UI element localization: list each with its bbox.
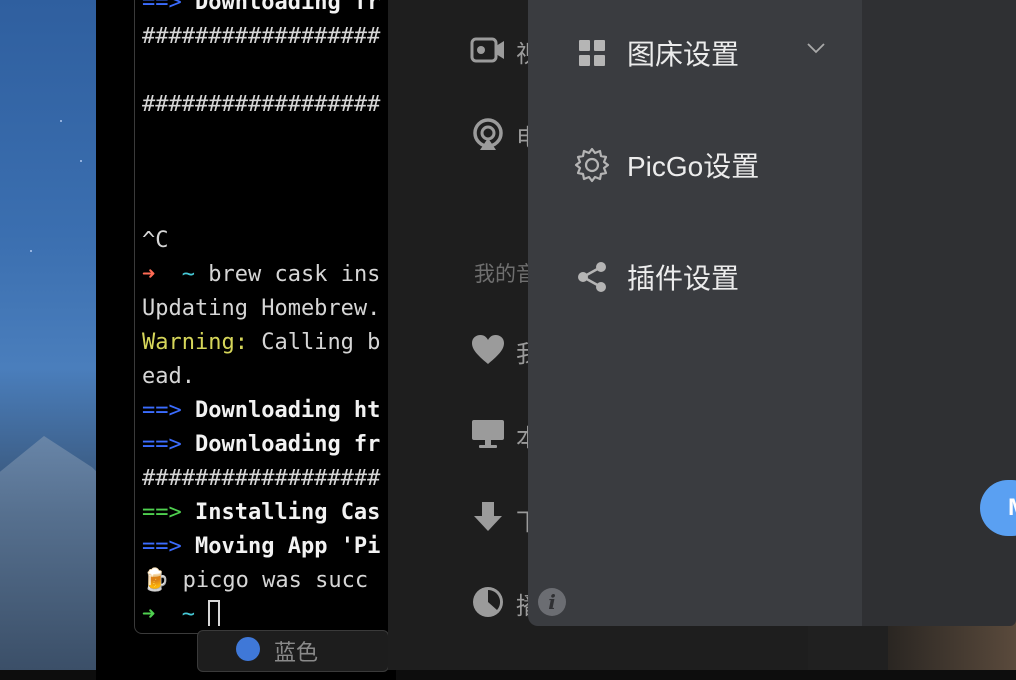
mountain-silhouette bbox=[0, 436, 100, 670]
star-dot bbox=[30, 250, 32, 252]
terminal-cursor bbox=[208, 600, 221, 626]
terminal-line: Warning: Calling b bbox=[142, 330, 381, 355]
airplay-icon[interactable] bbox=[470, 116, 506, 152]
terminal-line: ==> Downloading fr bbox=[142, 432, 381, 457]
menu-item-label: 图床设置 bbox=[627, 39, 740, 70]
terminal-line: ead. bbox=[142, 364, 195, 389]
sidebar-item-label[interactable]: 电 bbox=[516, 118, 528, 153]
dock-tab[interactable]: 蓝色 bbox=[197, 630, 389, 672]
beer-emoji-icon: 🍺 bbox=[142, 568, 170, 593]
terminal-line: ==> Moving App 'Pi bbox=[142, 534, 381, 559]
menu-item-image-host-settings[interactable]: 图床设置 bbox=[574, 28, 739, 78]
terminal-line: ➜ ~ brew cask ins bbox=[142, 262, 381, 287]
terminal-line: ################## bbox=[142, 24, 381, 49]
terminal-line: Updating Homebrew. bbox=[142, 296, 381, 321]
monitor-icon[interactable] bbox=[470, 416, 506, 452]
info-icon[interactable]: i bbox=[538, 588, 566, 616]
clock-icon[interactable] bbox=[470, 584, 506, 620]
menu-item-plugin-settings[interactable]: 插件设置 bbox=[574, 252, 739, 302]
sidebar-section-heading: 我的音 bbox=[474, 263, 528, 286]
share-icon bbox=[574, 259, 610, 295]
sidebar-item-label[interactable]: 播 bbox=[516, 586, 528, 621]
terminal-output[interactable]: ==> Downloading fr ################## ##… bbox=[142, 0, 392, 626]
terminal-line: ################## bbox=[142, 92, 381, 117]
sidebar-item-label[interactable]: 我 bbox=[516, 334, 528, 369]
background-photo bbox=[888, 620, 1016, 670]
sidebar-item-label[interactable]: 下 bbox=[516, 502, 528, 537]
terminal-line: 🍺 picgo was succ bbox=[142, 568, 369, 593]
dock-tab-icon bbox=[236, 637, 260, 661]
terminal-prompt-line[interactable]: ➜ ~ bbox=[142, 598, 221, 626]
grid-icon bbox=[574, 35, 610, 71]
picgo-settings-menu bbox=[528, 0, 862, 626]
heart-icon[interactable] bbox=[470, 332, 506, 368]
chevron-down-icon[interactable] bbox=[804, 36, 828, 60]
terminal-line: ^C bbox=[142, 228, 169, 253]
terminal-line: ################## bbox=[142, 466, 381, 491]
sidebar-item-label[interactable]: 本 bbox=[516, 418, 528, 453]
desktop-wallpaper bbox=[0, 0, 100, 670]
terminal-line: ==> Installing Cas bbox=[142, 500, 381, 525]
terminal-line: ==> Downloading ht bbox=[142, 398, 381, 423]
menu-item-label: PicGo设置 bbox=[627, 151, 760, 182]
terminal-line: ==> Downloading fr bbox=[142, 0, 381, 15]
star-dot bbox=[60, 120, 62, 122]
menu-item-picgo-settings[interactable]: PicGo设置 bbox=[574, 140, 759, 190]
download-icon[interactable] bbox=[470, 500, 506, 536]
video-icon[interactable] bbox=[470, 32, 506, 68]
sidebar-item-label[interactable]: 视 bbox=[516, 34, 528, 69]
menu-item-label: 插件设置 bbox=[627, 263, 740, 294]
star-dot bbox=[80, 160, 82, 162]
dock-tab-label: 蓝色 bbox=[274, 640, 319, 665]
gear-icon bbox=[574, 147, 610, 183]
